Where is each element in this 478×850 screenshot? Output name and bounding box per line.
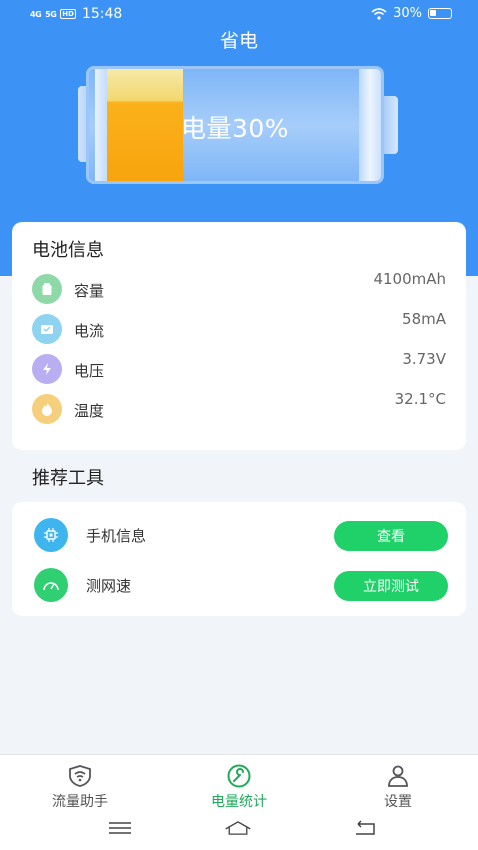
- info-label: 温度: [74, 402, 105, 420]
- temperature-icon: [32, 394, 62, 424]
- hd-icon: HD: [60, 9, 76, 19]
- view-phone-info-button[interactable]: 查看: [334, 521, 448, 551]
- wifi-icon: [371, 7, 387, 20]
- battery-info-card: 电池信息 容量 4100mAh 电流 58mA 电压 3.73V 温度 32.1…: [12, 222, 466, 450]
- info-value: 4100mAh: [373, 270, 446, 288]
- info-row-current: 电流 58mA: [32, 310, 446, 344]
- info-row-temperature: 温度 32.1°C: [32, 390, 446, 424]
- tab-power-stats[interactable]: 电量统计: [189, 763, 289, 811]
- bottom-tab-bar: 流量助手 电量统计 设置: [0, 754, 478, 810]
- tool-row-speed-test[interactable]: 测网速 立即测试: [34, 568, 448, 602]
- info-label: 容量: [74, 282, 105, 300]
- capacity-icon: [32, 274, 62, 304]
- speedometer-icon: [34, 568, 68, 602]
- info-row-capacity: 容量 4100mAh: [32, 270, 446, 304]
- battery-level-label: 电量30%: [180, 114, 290, 143]
- tools-card: 手机信息 查看 测网速 立即测试: [12, 502, 466, 616]
- battery-level-graphic: 电量30%: [78, 66, 398, 184]
- tools-section-title: 推荐工具: [32, 468, 104, 489]
- status-bar: 4G 5G HD 15:48 30%: [0, 0, 478, 28]
- shield-wifi-icon: [69, 765, 91, 787]
- info-value: 3.73V: [402, 350, 446, 368]
- info-label: 电压: [74, 362, 105, 380]
- start-speed-test-button[interactable]: 立即测试: [334, 571, 448, 601]
- chip-icon: [34, 518, 68, 552]
- battery-percent: 30%: [393, 6, 422, 21]
- info-label: 电流: [74, 322, 105, 340]
- battery-cap-right: [384, 96, 398, 154]
- wrench-circle-icon: [227, 764, 251, 788]
- info-row-voltage: 电压 3.73V: [32, 350, 446, 384]
- info-value: 58mA: [402, 310, 446, 328]
- signal-4g-icon: 4G: [30, 9, 42, 19]
- menu-icon[interactable]: [106, 818, 134, 838]
- battery-body: 电量30%: [86, 66, 384, 184]
- battery-icon: [428, 8, 452, 19]
- tab-traffic-assistant[interactable]: 流量助手: [30, 763, 130, 811]
- tab-label: 流量助手: [52, 794, 108, 810]
- system-navigation-bar: [0, 810, 478, 850]
- page-title: 省电: [219, 30, 258, 52]
- back-icon[interactable]: [352, 818, 380, 838]
- current-icon: [32, 314, 62, 344]
- signal-5g-icon: 5G: [45, 9, 57, 19]
- battery-info-title: 电池信息: [32, 240, 104, 261]
- tool-row-phone-info[interactable]: 手机信息 查看: [34, 518, 448, 552]
- status-time: 15:48: [81, 6, 123, 22]
- info-value: 32.1°C: [394, 390, 446, 408]
- home-icon[interactable]: [224, 818, 252, 838]
- person-icon: [388, 765, 408, 787]
- tab-settings[interactable]: 设置: [348, 763, 448, 811]
- tab-label: 设置: [384, 794, 412, 810]
- tool-label: 手机信息: [86, 527, 147, 545]
- tab-label: 电量统计: [211, 794, 267, 810]
- tool-label: 测网速: [86, 577, 132, 595]
- voltage-icon: [32, 354, 62, 384]
